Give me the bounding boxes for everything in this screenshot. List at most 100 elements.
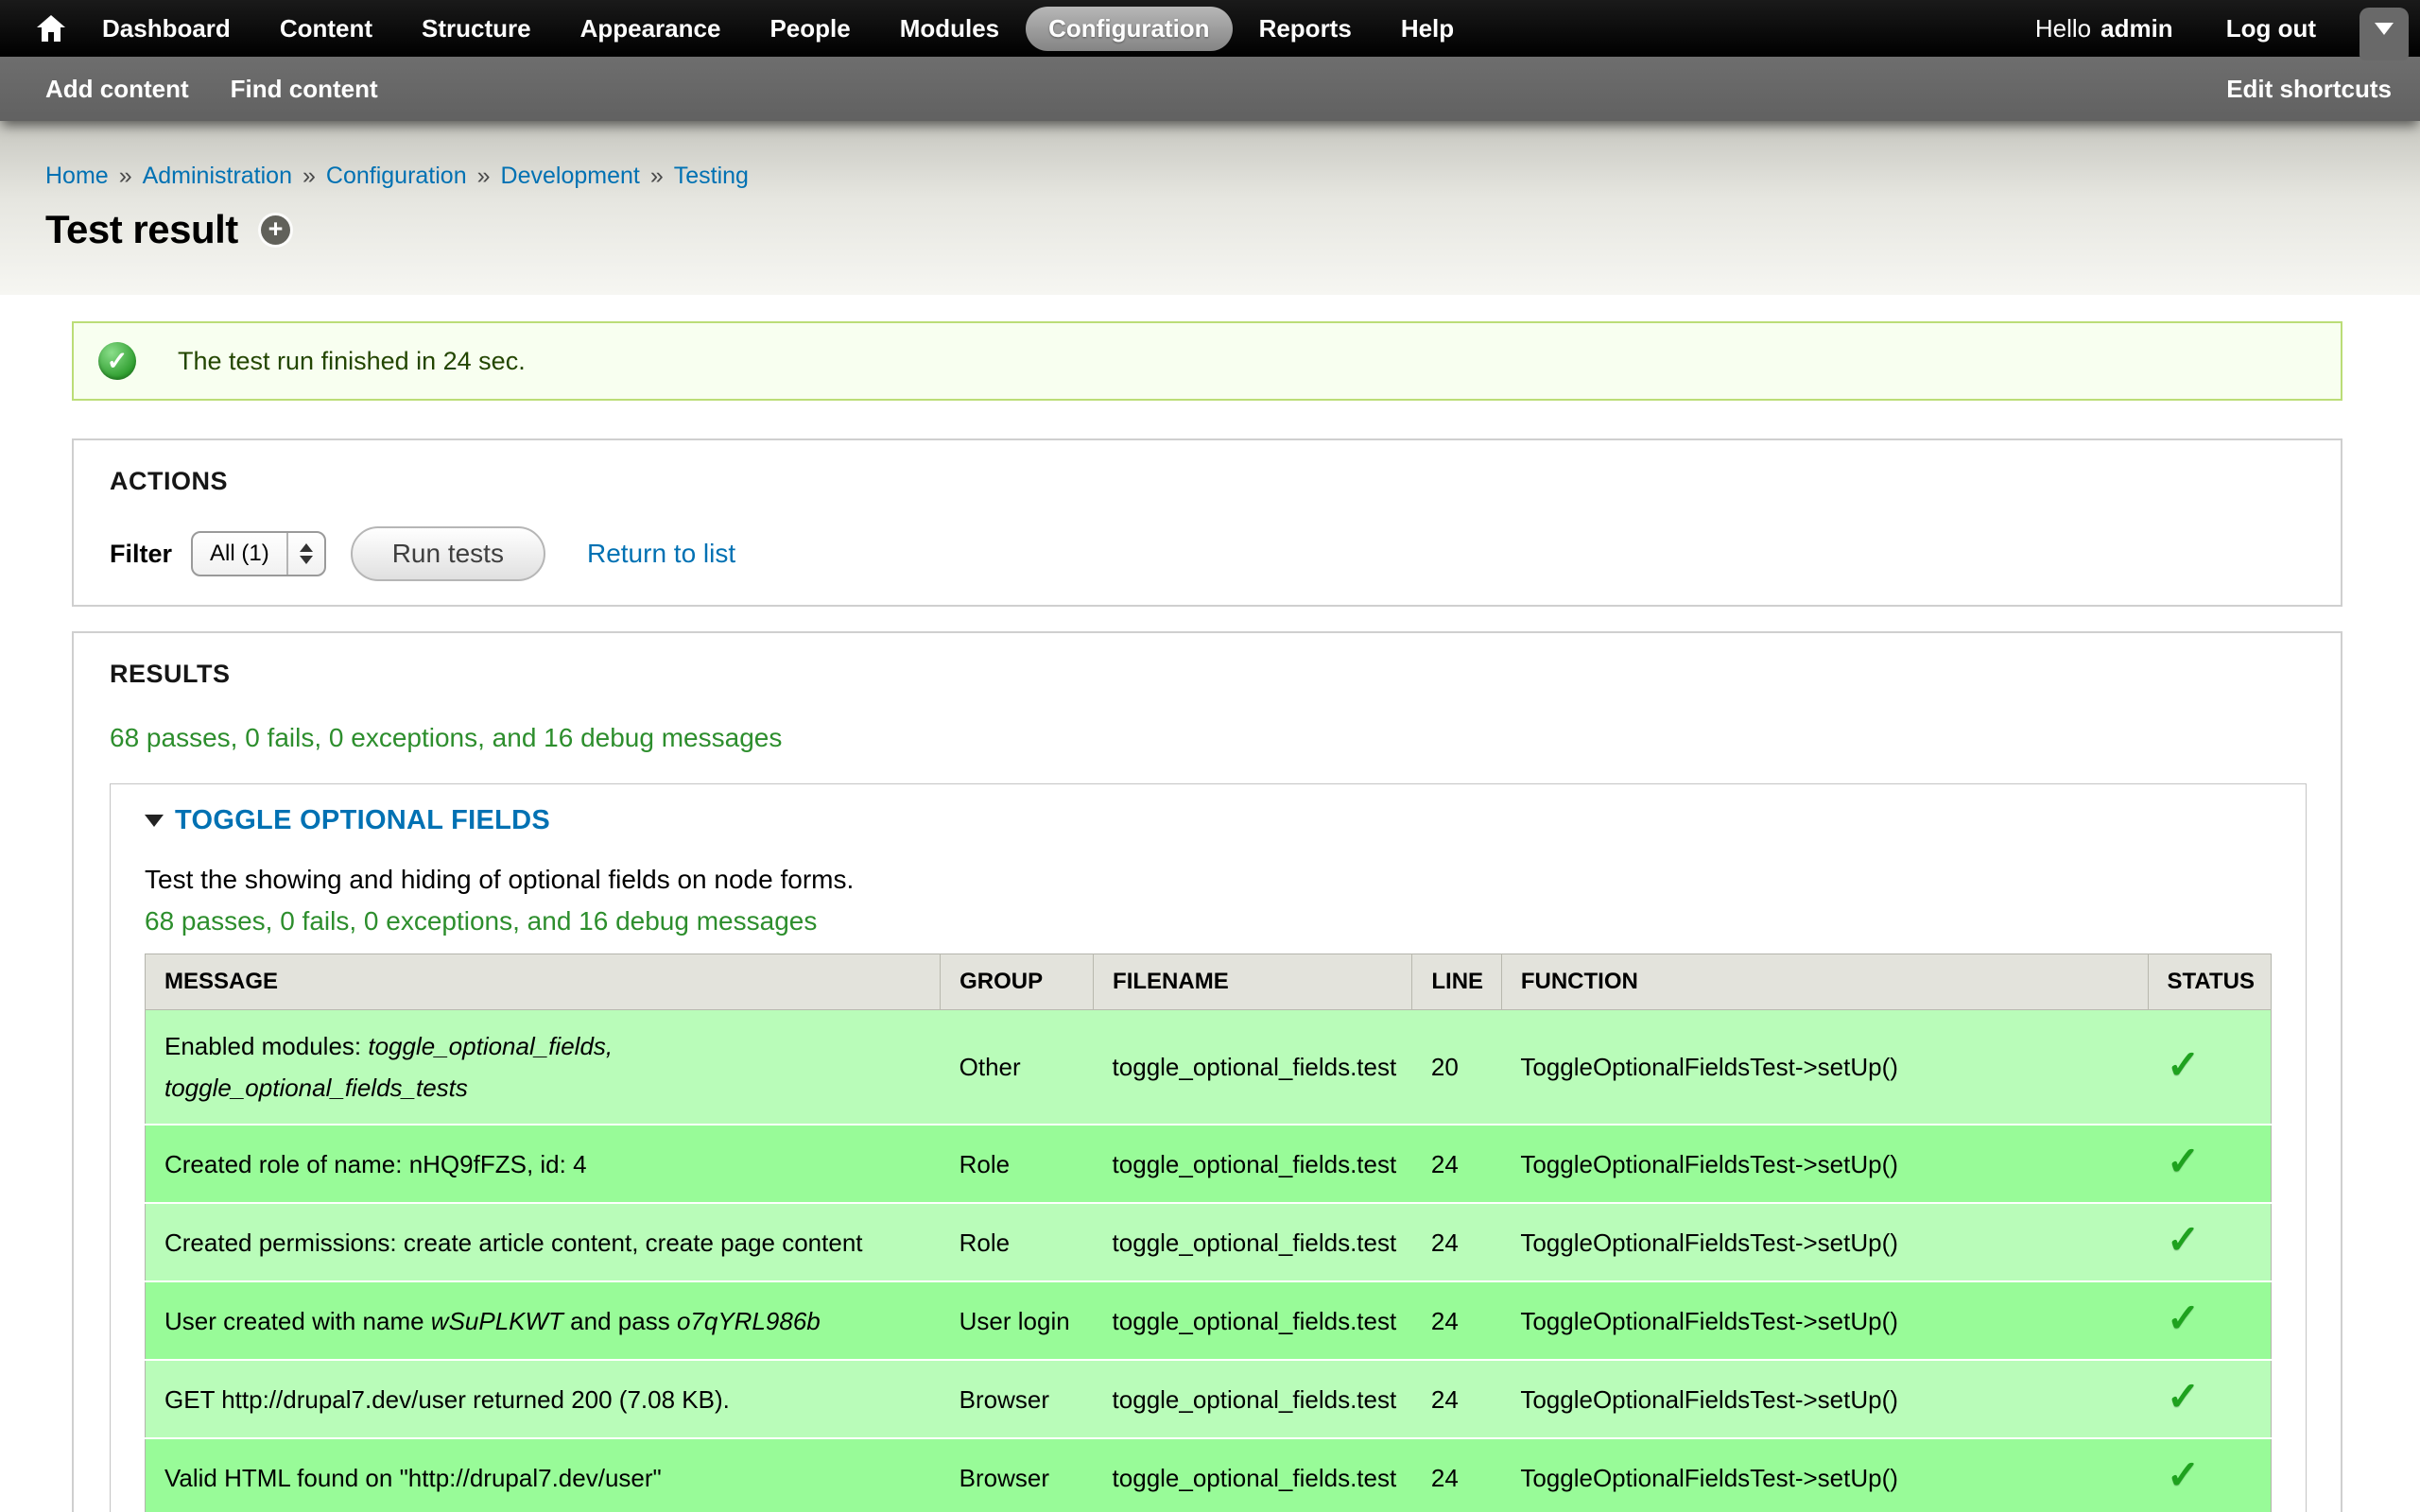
message-text-italic: o7qYRL986b: [677, 1307, 821, 1335]
shortcut-find-content[interactable]: Find content: [231, 75, 378, 103]
line-cell: 20: [1412, 1010, 1501, 1125]
toolbar-item-dashboard[interactable]: Dashboard: [79, 7, 253, 51]
table-row: Valid HTML found on "http://drupal7.dev/…: [146, 1438, 2272, 1512]
function-cell: ToggleOptionalFieldsTest->setUp(): [1501, 1010, 2148, 1125]
success-check-icon: ✓: [98, 342, 136, 380]
breadcrumb-separator: »: [302, 163, 316, 189]
pass-check-icon: ✓: [2167, 1042, 2200, 1087]
return-to-list-link[interactable]: Return to list: [587, 539, 735, 569]
line-cell: 24: [1412, 1438, 1501, 1512]
message-cell: Created permissions: create article cont…: [146, 1203, 941, 1281]
table-row: Enabled modules: toggle_optional_fields,…: [146, 1010, 2272, 1125]
breadcrumb-link-testing[interactable]: Testing: [674, 163, 749, 189]
test-group-description: Test the showing and hiding of optional …: [145, 865, 2272, 895]
group-cell: Browser: [941, 1438, 1094, 1512]
message-cell: Created role of name: nHQ9fFZS, id: 4: [146, 1125, 941, 1203]
column-header-filename: FILENAME: [1094, 954, 1412, 1010]
table-row: Created role of name: nHQ9fFZS, id: 4 Rol…: [146, 1125, 2272, 1203]
filename-cell: toggle_optional_fields.test: [1094, 1010, 1412, 1125]
add-shortcut-icon[interactable]: +: [261, 215, 290, 245]
toolbar-item-help[interactable]: Help: [1378, 7, 1477, 51]
collapse-caret-icon: [145, 815, 164, 827]
message-text: Enabled modules:: [164, 1032, 368, 1060]
shortcut-add-content[interactable]: Add content: [45, 75, 189, 103]
pass-check-icon: ✓: [2167, 1374, 2200, 1418]
function-cell: ToggleOptionalFieldsTest->setUp(): [1501, 1438, 2148, 1512]
column-header-message: MESSAGE: [146, 954, 941, 1010]
test-group-summary: 68 passes, 0 fails, 0 exceptions, and 16…: [145, 906, 2272, 936]
breadcrumb-link-configuration[interactable]: Configuration: [326, 163, 467, 189]
message-text: Valid HTML found on "http://drupal7.dev/…: [164, 1464, 662, 1492]
message-cell: GET http://drupal7.dev/user returned 200…: [146, 1360, 941, 1438]
breadcrumb-separator: »: [650, 163, 664, 189]
breadcrumb-separator: »: [119, 163, 132, 189]
status-message: ✓ The test run finished in 24 sec.: [72, 321, 2342, 401]
pass-check-icon: ✓: [2167, 1452, 2200, 1497]
filename-cell: toggle_optional_fields.test: [1094, 1281, 1412, 1360]
message-text: Created permissions: create article cont…: [164, 1228, 863, 1257]
toolbar-menu: DashboardContentStructureAppearancePeopl…: [78, 7, 1478, 51]
actions-panel: ACTIONS Filter All (1) Run tests Return …: [72, 438, 2342, 607]
run-tests-button[interactable]: Run tests: [351, 526, 545, 581]
edit-shortcuts-link[interactable]: Edit shortcuts: [2226, 75, 2392, 104]
table-header-row: MESSAGEGROUPFILENAMELINEFUNCTIONSTATUS: [146, 954, 2272, 1010]
message-cell: User created with name wSuPLKWT and pass…: [146, 1281, 941, 1360]
breadcrumb-separator: »: [477, 163, 491, 189]
filename-cell: toggle_optional_fields.test: [1094, 1360, 1412, 1438]
chevron-down-icon: [2375, 23, 2394, 35]
message-cell: Valid HTML found on "http://drupal7.dev/…: [146, 1438, 941, 1512]
group-cell: Role: [941, 1203, 1094, 1281]
pass-check-icon: ✓: [2167, 1139, 2200, 1183]
shortcut-menu: Add content Find content: [45, 75, 420, 104]
test-group-fieldset: TOGGLE OPTIONAL FIELDS Test the showing …: [110, 783, 2307, 1512]
toolbar-item-reports[interactable]: Reports: [1236, 7, 1374, 51]
toolbar-item-configuration[interactable]: Configuration: [1026, 7, 1232, 51]
logout-link[interactable]: Log out: [2226, 14, 2316, 43]
column-header-function: FUNCTION: [1501, 954, 2148, 1010]
line-cell: 24: [1412, 1203, 1501, 1281]
line-cell: 24: [1412, 1360, 1501, 1438]
greeting-prefix: Hello: [2035, 14, 2091, 43]
table-row: User created with name wSuPLKWT and pass…: [146, 1281, 2272, 1360]
function-cell: ToggleOptionalFieldsTest->setUp(): [1501, 1360, 2148, 1438]
function-cell: ToggleOptionalFieldsTest->setUp(): [1501, 1281, 2148, 1360]
status-cell: ✓: [2148, 1203, 2271, 1281]
function-cell: ToggleOptionalFieldsTest->setUp(): [1501, 1125, 2148, 1203]
pass-check-icon: ✓: [2167, 1217, 2200, 1262]
toolbar-item-modules[interactable]: Modules: [877, 7, 1022, 51]
test-group-title-link[interactable]: TOGGLE OPTIONAL FIELDS: [175, 805, 550, 836]
filename-cell: toggle_optional_fields.test: [1094, 1438, 1412, 1512]
table-row: GET http://drupal7.dev/user returned 200…: [146, 1360, 2272, 1438]
results-heading: RESULTS: [110, 660, 2307, 689]
user-greeting: Hello admin: [2035, 14, 2173, 43]
breadcrumb: Home » Administration » Configuration » Develo…: [45, 163, 2420, 190]
column-header-group: GROUP: [941, 954, 1094, 1010]
toolbar-item-content[interactable]: Content: [257, 7, 395, 51]
toolbar-item-people[interactable]: People: [747, 7, 873, 51]
select-stepper-icon: [286, 533, 324, 575]
home-icon[interactable]: [25, 0, 78, 57]
group-cell: Role: [941, 1125, 1094, 1203]
status-cell: ✓: [2148, 1010, 2271, 1125]
message-text: and pass: [563, 1307, 677, 1335]
breadcrumb-link-administration[interactable]: Administration: [143, 163, 292, 189]
breadcrumb-link-development[interactable]: Development: [501, 163, 640, 189]
shortcut-bar: Add content Find content Edit shortcuts: [0, 57, 2420, 121]
message-text-italic: wSuPLKWT: [431, 1307, 563, 1335]
column-header-status: STATUS: [2148, 954, 2271, 1010]
status-cell: ✓: [2148, 1360, 2271, 1438]
toolbar-toggle-button[interactable]: [2360, 8, 2409, 60]
toolbar-item-structure[interactable]: Structure: [399, 7, 554, 51]
message-cell: Enabled modules: toggle_optional_fields,…: [146, 1010, 941, 1125]
status-cell: ✓: [2148, 1438, 2271, 1512]
page-title: Test result: [45, 207, 238, 252]
group-cell: Browser: [941, 1360, 1094, 1438]
toolbar-item-appearance[interactable]: Appearance: [558, 7, 744, 51]
filter-select[interactable]: All (1): [191, 531, 326, 576]
pass-check-icon: ✓: [2167, 1296, 2200, 1340]
message-text: User created with name: [164, 1307, 431, 1335]
actions-heading: ACTIONS: [110, 467, 2307, 496]
breadcrumb-link-home[interactable]: Home: [45, 163, 109, 189]
message-text: Created role of name: nHQ9fFZS, id: 4: [164, 1150, 587, 1178]
main-content: ✓ The test run finished in 24 sec. ACTIO…: [0, 295, 2420, 1512]
